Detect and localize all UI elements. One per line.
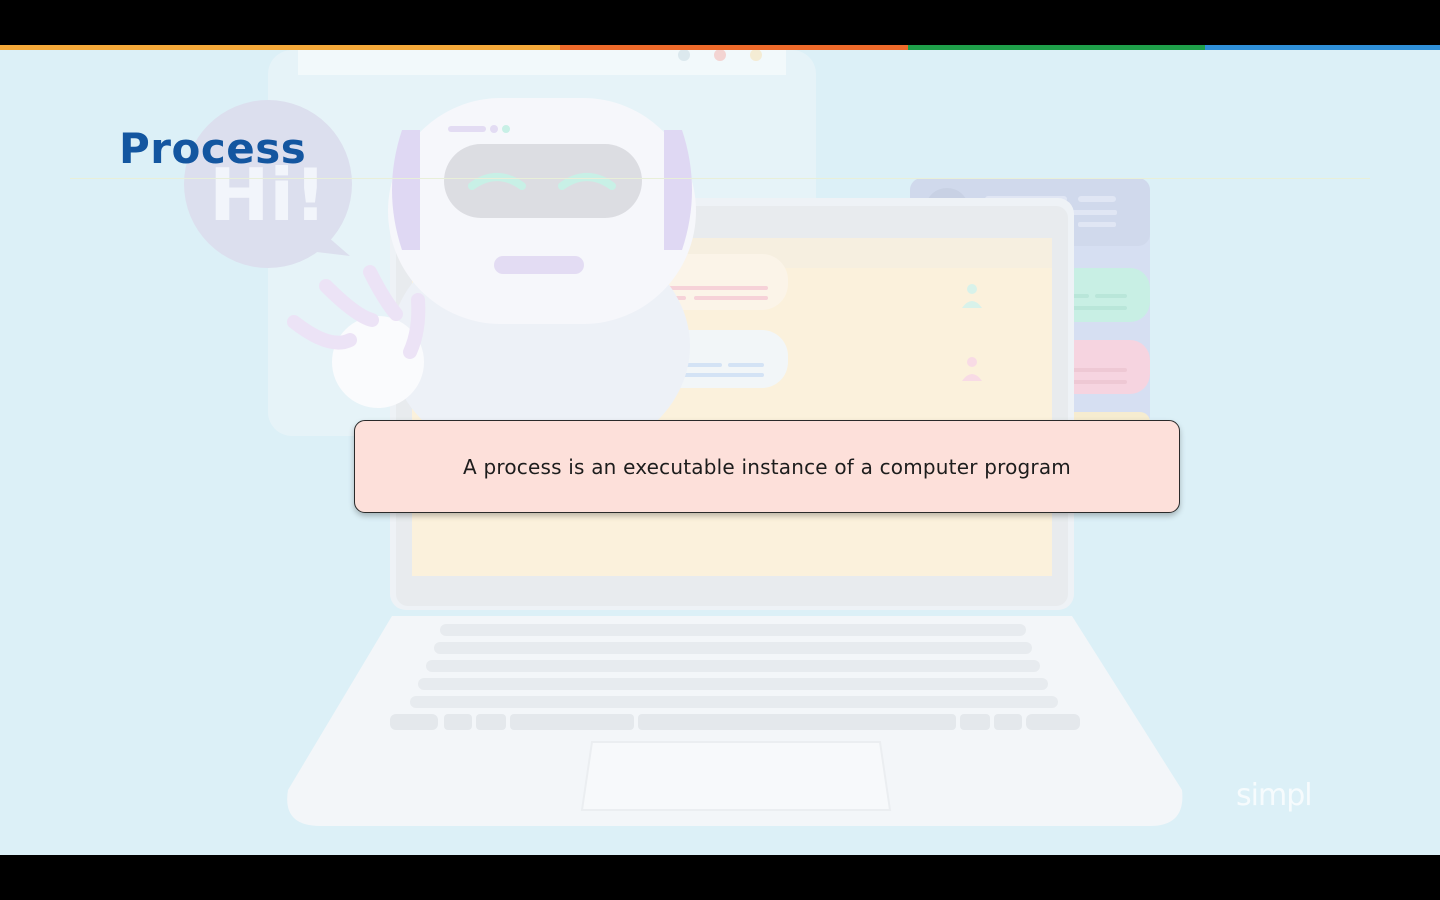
letterbox-bottom: [0, 855, 1440, 900]
definition-text: A process is an executable instance of a…: [463, 454, 1071, 479]
brand-watermark: simpl: [1236, 778, 1313, 813]
title-divider: [70, 178, 1370, 179]
slide: 4: [0, 50, 1440, 855]
slide-title: Process: [119, 124, 307, 173]
definition-callout: A process is an executable instance of a…: [354, 420, 1180, 513]
letterbox-top: [0, 0, 1440, 45]
